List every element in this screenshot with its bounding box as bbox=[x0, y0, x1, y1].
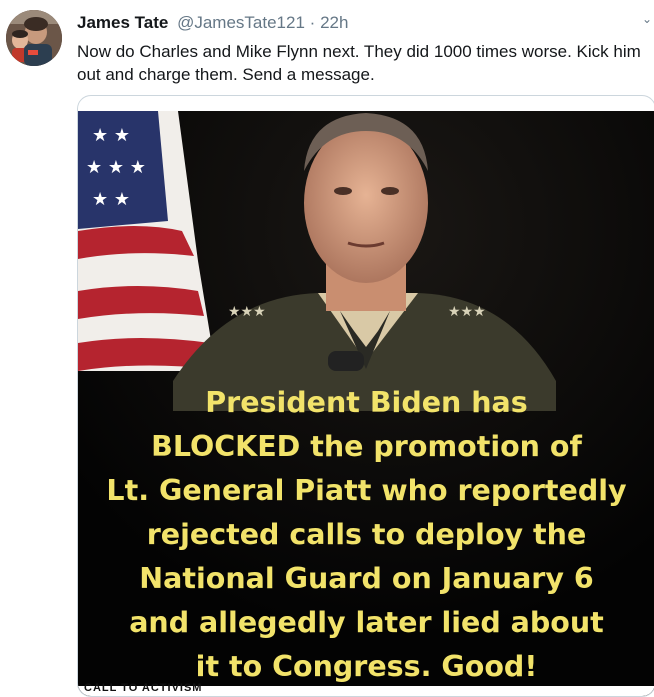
caption-line: BLOCKED the promotion of bbox=[151, 430, 582, 463]
chevron-down-icon[interactable]: ⌄ bbox=[642, 12, 652, 26]
media-caption: President Biden has BLOCKED the promotio… bbox=[78, 381, 654, 689]
tweet-media[interactable]: ★ ★ ★ ★ ★ ★ ★ ★★★ ★★★ President Biden ha… bbox=[77, 95, 654, 697]
timestamp[interactable]: 22h bbox=[320, 13, 348, 32]
tweet-header: James Tate @JamesTate121 · 22h bbox=[77, 13, 348, 33]
svg-text:★ ★ ★: ★ ★ ★ bbox=[86, 157, 146, 178]
avatar[interactable] bbox=[6, 10, 62, 66]
caption-line: Lt. General Piatt who reportedly bbox=[106, 474, 627, 507]
separator-dot: · bbox=[309, 13, 316, 32]
caption-line: and allegedly later lied about bbox=[129, 606, 604, 639]
tweet-text: Now do Charles and Mike Flynn next. They… bbox=[77, 42, 641, 84]
tweet[interactable]: James Tate @JamesTate121 · 22h ⌄ Now do … bbox=[0, 0, 654, 697]
svg-text:★★★: ★★★ bbox=[448, 304, 486, 320]
svg-text:★★★: ★★★ bbox=[228, 304, 266, 320]
media-footer-text: CALL TO ACTIVISM bbox=[84, 682, 203, 694]
media-footer-strip: CALL TO ACTIVISM bbox=[78, 682, 654, 696]
author-handle[interactable]: @JamesTate121 bbox=[177, 13, 305, 32]
avatar-image bbox=[6, 10, 62, 66]
caption-line: rejected calls to deploy the bbox=[146, 518, 587, 551]
media-photo: ★ ★ ★ ★ ★ ★ ★ ★★★ ★★★ President Biden ha… bbox=[78, 111, 654, 696]
caption-line: President Biden has bbox=[205, 386, 528, 419]
caption-line: National Guard on January 6 bbox=[139, 562, 594, 595]
author-name[interactable]: James Tate bbox=[77, 13, 168, 32]
svg-text:★ ★: ★ ★ bbox=[92, 125, 130, 146]
svg-text:★ ★: ★ ★ bbox=[92, 189, 130, 210]
